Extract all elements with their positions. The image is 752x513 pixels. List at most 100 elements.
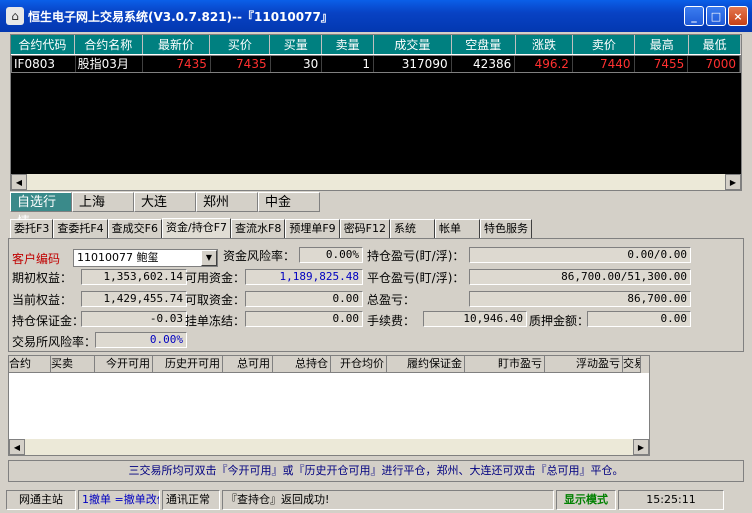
position-grid[interactable]: 合约 买卖 今开可用 历史开可用 总可用 总持仓 开仓均价 履约保证金 盯市盈亏… [8, 355, 650, 456]
quote-header: 合约代码 合约名称 最新价 买价 买量 卖量 成交量 空盘量 涨跌 卖价 最高 … [11, 35, 742, 55]
function-tabs: 委托F3 查委托F4 查成交F6 资金/持仓F7 查流水F8 预埋单F9 密码F… [10, 218, 533, 238]
client-select[interactable]: 11010077 鲍玺 ▼ [73, 249, 218, 267]
status-time: 15:25:11 [618, 490, 724, 510]
cell-high: 7455 [635, 56, 689, 72]
fee-label: 手续费： [367, 314, 416, 328]
cell-bid: 7435 [211, 56, 271, 72]
tab-password[interactable]: 密码F12 [339, 219, 391, 238]
init-equity-value: 1,353,602.14 [81, 269, 187, 285]
scroll-track[interactable] [25, 439, 633, 455]
client-select-value: 11010077 鲍玺 [77, 251, 159, 264]
quote-hscrollbar[interactable]: ◀ ▶ [11, 174, 741, 190]
tab-shanghai[interactable]: 上海 [72, 192, 134, 212]
quote-col-change[interactable]: 涨跌 [516, 35, 574, 54]
tab-flow[interactable]: 查流水F8 [231, 219, 286, 238]
pos-col-mtm-pnl[interactable]: 盯市盈亏 [465, 356, 545, 373]
chevron-down-icon[interactable]: ▼ [201, 250, 217, 266]
cell-oi: 42386 [452, 56, 516, 72]
cur-equity-label: 当前权益： [12, 293, 73, 307]
quote-col-name[interactable]: 合约名称 [75, 35, 143, 54]
scroll-left-icon[interactable]: ◀ [11, 174, 27, 190]
margin-label: 持仓保证金： [12, 314, 85, 328]
position-header: 合约 买卖 今开可用 历史开可用 总可用 总持仓 开仓均价 履约保证金 盯市盈亏… [9, 356, 649, 373]
tab-funds-position[interactable]: 资金/持仓F7 [161, 218, 232, 238]
scroll-right-icon[interactable]: ▶ [633, 439, 649, 455]
cell-low: 7000 [688, 56, 740, 72]
table-row[interactable]: IF0803 股指03月 7435 7435 30 1 317090 42386… [11, 55, 741, 73]
pos-col-today-avail[interactable]: 今开可用 [95, 356, 153, 373]
avail-label: 可用资金： [185, 271, 246, 285]
tab-query-trade[interactable]: 查成交F6 [107, 219, 162, 238]
status-bar: 网通主站 1撤单 =撤单改价 通讯正常 『查持仓』返回成功! 显示模式 15:2… [0, 487, 752, 513]
pledge-value: 0.00 [587, 311, 691, 327]
scroll-track[interactable] [27, 174, 725, 190]
tab-zhengzhou[interactable]: 郑州 [196, 192, 258, 212]
tab-statement[interactable]: 帐单 [435, 219, 481, 238]
hint-text: 三交易所均可双击『今开可用』或『历史开仓可用』进行平仓，郑州、大连还可双击『总可… [8, 460, 744, 482]
tab-order[interactable]: 委托F3 [10, 219, 54, 238]
pos-col-total-avail[interactable]: 总可用 [223, 356, 273, 373]
total-pnl-label: 总盈亏： [367, 293, 416, 307]
position-hscrollbar[interactable]: ◀ ▶ [9, 439, 649, 455]
cell-bidvol: 30 [271, 56, 323, 72]
tab-special[interactable]: 特色服务 [480, 219, 533, 238]
quote-col-bidvol[interactable]: 买量 [270, 35, 323, 54]
tab-cffex[interactable]: 中金 [258, 192, 320, 212]
pos-col-exchange[interactable]: 交易 [623, 356, 641, 373]
tab-dalian[interactable]: 大连 [134, 192, 196, 212]
pos-col-hist-avail[interactable]: 历史开可用 [153, 356, 223, 373]
pos-col-contract[interactable]: 合约 [9, 356, 51, 373]
scroll-left-icon[interactable]: ◀ [9, 439, 25, 455]
pos-col-side[interactable]: 买卖 [51, 356, 95, 373]
cell-last: 7435 [143, 56, 211, 72]
quote-col-volume[interactable]: 成交量 [374, 35, 452, 54]
quote-col-high[interactable]: 最高 [635, 35, 690, 54]
quote-col-last[interactable]: 最新价 [143, 35, 211, 54]
quote-table[interactable]: 合约代码 合约名称 最新价 买价 买量 卖量 成交量 空盘量 涨跌 卖价 最高 … [10, 34, 742, 191]
market-tabs: 自选行情 上海 大连 郑州 中金 [10, 192, 320, 230]
minimize-button[interactable]: _ [684, 6, 704, 26]
cell-askvol: 1 [322, 56, 375, 72]
pos-col-total-pos[interactable]: 总持仓 [273, 356, 331, 373]
cell-code: IF0803 [12, 56, 76, 72]
cell-change: 496.2 [515, 56, 573, 72]
quote-col-bid[interactable]: 买价 [210, 35, 271, 54]
fee-value: 10,946.40 [423, 311, 527, 327]
cell-name: 股指03月 [76, 56, 144, 72]
tab-query-order[interactable]: 查委托F4 [53, 219, 108, 238]
status-station: 网通主站 [6, 490, 76, 510]
quote-col-ask[interactable]: 卖价 [573, 35, 636, 54]
total-pnl-value: 86,700.00 [469, 291, 691, 307]
status-message: 『查持仓』返回成功! [222, 490, 554, 510]
close-button[interactable]: × [728, 6, 748, 26]
withdraw-label: 可取资金： [185, 293, 246, 307]
title-bar: ⌂ 恒生电子网上交易系统(V3.0.7.821)--『11010077』 _ □… [0, 0, 752, 32]
pledge-label: 质押金额： [529, 314, 590, 328]
status-comm: 通讯正常 [162, 490, 220, 510]
scroll-right-icon[interactable]: ▶ [725, 174, 741, 190]
pos-col-margin[interactable]: 履约保证金 [387, 356, 465, 373]
maximize-button[interactable]: □ [706, 6, 726, 26]
tab-preorder[interactable]: 预埋单F9 [285, 219, 340, 238]
quote-col-oi[interactable]: 空盘量 [452, 35, 516, 54]
pos-col-avg-price[interactable]: 开仓均价 [331, 356, 387, 373]
funds-panel: 客户编码 11010077 鲍玺 ▼ 资金风险率： 0.00% 持仓盈亏(盯/浮… [8, 238, 744, 352]
margin-value: -0.03 [81, 311, 187, 327]
cell-ask: 7440 [573, 56, 635, 72]
frozen-value: 0.00 [245, 311, 363, 327]
init-equity-label: 期初权益： [12, 271, 73, 285]
quote-col-code[interactable]: 合约代码 [11, 35, 75, 54]
exch-risk-label: 交易所风险率： [12, 335, 97, 349]
cur-equity-value: 1,429,455.74 [81, 291, 187, 307]
avail-value: 1,189,825.48 [245, 269, 363, 285]
window-title: 恒生电子网上交易系统(V3.0.7.821)--『11010077』 [28, 9, 333, 24]
tab-system[interactable]: 系统 [390, 219, 436, 238]
exch-risk-value: 0.00% [95, 332, 187, 348]
pos-pnl-label: 持仓盈亏(盯/浮)： [367, 249, 465, 263]
pos-col-float-pnl[interactable]: 浮动盈亏 [545, 356, 623, 373]
quote-col-askvol[interactable]: 卖量 [322, 35, 375, 54]
quote-col-low[interactable]: 最低 [689, 35, 742, 54]
frozen-label: 挂单冻结： [185, 314, 246, 328]
tab-watchlist[interactable]: 自选行情 [10, 192, 72, 230]
cell-volume: 317090 [374, 56, 452, 72]
